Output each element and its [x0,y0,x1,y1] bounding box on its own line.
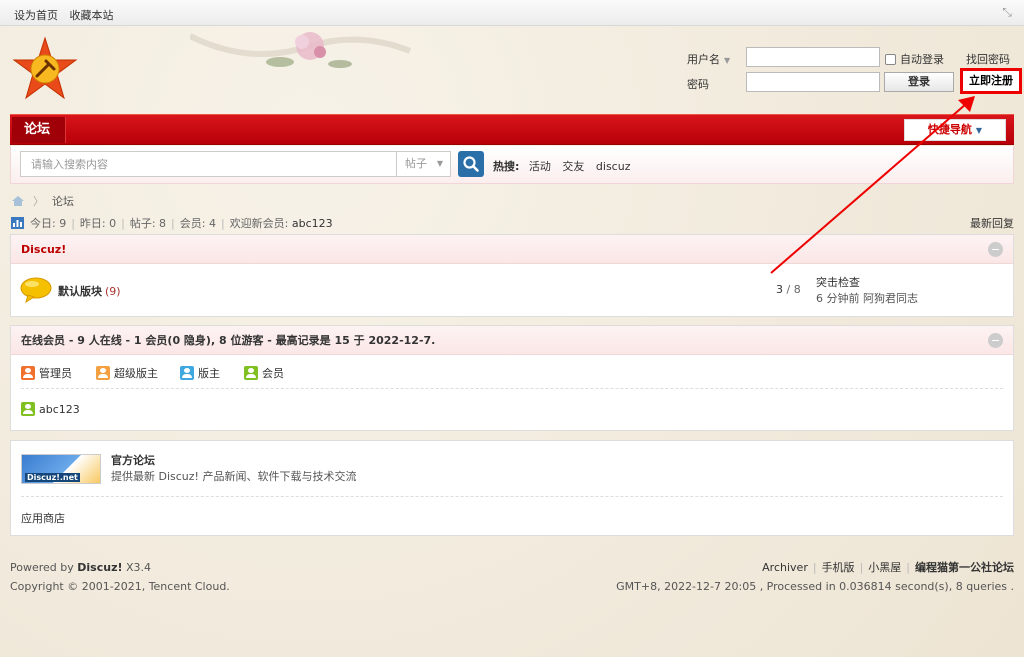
breadcrumb-current[interactable]: 论坛 [52,193,74,209]
chevron-down-icon: ▼ [436,159,443,168]
chevron-down-icon: ▼ [724,56,731,65]
online-user[interactable]: abc123 [21,402,80,416]
discuz-logo-banner[interactable]: Discuz!.net [21,454,101,484]
footer-timing: GMT+8, 2022-12-7 20:05 , Processed in 0.… [616,580,1014,593]
set-homepage-link[interactable]: 设为首页 [14,9,58,22]
username-label[interactable]: 用户名 ▼ [687,51,730,67]
bookmark-link[interactable]: 收藏本站 [70,9,114,22]
register-button[interactable]: 立即注册 [960,68,1022,94]
newest-member-link[interactable]: abc123 [292,217,333,230]
forgot-password-link[interactable]: 找回密码 [966,51,1010,67]
site-logo[interactable] [12,36,78,102]
user-group-legend: 管理员 超级版主 版主 会员 [21,355,1003,389]
login-button[interactable]: 登录 [884,72,954,92]
user-admin-icon [21,366,35,380]
legend-member: 会员 [244,365,284,381]
footer-links: Archiver | 手机版 | 小黑屋 | 编程猫第一公社论坛 [762,561,1014,574]
forum-bubble-icon [20,277,52,303]
online-header: 在线会员 - 9 人在线 - 1 会员(0 隐身), 8 位游客 - 最高记录是… [11,326,1013,355]
legend-moderator: 版主 [180,365,220,381]
online-members: 在线会员 - 9 人在线 - 1 会员(0 隐身), 8 位游客 - 最高记录是… [10,325,1014,431]
collapse-icon[interactable]: ⤡ [1000,5,1014,19]
last-post-title[interactable]: 突击检查 [816,275,918,291]
user-super-moderator-icon [96,366,110,380]
user-member-icon [21,402,35,416]
hot-keyword[interactable]: discuz [596,160,631,173]
search-bar: 帖子▼ 热搜: 活动 交友 discuz [10,146,1014,184]
category-header: Discuz! [11,235,1013,264]
user-member-icon [244,366,258,380]
category-discuz: Discuz! 默认版块 (9) 3 / 8 突击检查 6 分钟前 阿狗君同志 [10,234,1014,317]
checkbox-icon[interactable] [885,53,896,65]
bar-chart-icon [11,217,24,229]
footer-link-mobile[interactable]: 手机版 [822,561,855,574]
hot-keyword[interactable]: 交友 [562,160,584,173]
home-icon[interactable] [11,195,25,207]
top-bar: 设为首页 收藏本站 ⤡ [0,0,1024,26]
collapse-minus-icon[interactable] [988,242,1003,257]
discuz-brand-link[interactable]: Discuz! [77,561,122,574]
powered-by: Powered by Discuz! X3.4 [10,561,152,574]
category-title[interactable]: Discuz! [21,243,66,256]
friend-links: Discuz!.net 官方论坛 提供最新 Discuz! 产品新闻、软件下载与… [10,440,1014,536]
user-moderator-icon [180,366,194,380]
chevron-right-icon: 〉 [33,195,44,208]
friend-link-title[interactable]: 官方论坛 [111,452,155,468]
nav-tab-forum[interactable]: 论坛 [12,117,66,143]
online-title[interactable]: 在线会员 - 9 人在线 - 1 会员(0 隐身), 8 位游客 - 最高记录是… [21,334,435,347]
latest-reply-link[interactable]: 最新回复 [970,215,1014,231]
main-nav: 论坛 快捷导航 ▼ [10,114,1014,145]
hot-keyword[interactable]: 活动 [529,160,551,173]
footer-link-blackroom[interactable]: 小黑屋 [868,561,901,574]
quick-nav-button[interactable]: 快捷导航 ▼ [904,119,1006,141]
forum-row: 默认版块 (9) 3 / 8 突击检查 6 分钟前 阿狗君同志 [11,264,1013,317]
auto-login-checkbox[interactable]: 自动登录 [885,51,944,67]
forum-stats: 今日: 9 | 昨日: 0 | 帖子: 8 | 会员: 4 | 欢迎新会员: abc12… [11,215,333,231]
forum-last-post: 突击检查 6 分钟前 阿狗君同志 [816,275,918,307]
friend-link-official: Discuz!.net 官方论坛 提供最新 Discuz! 产品新闻、软件下载与… [21,441,1003,497]
chevron-down-icon: ▼ [975,126,983,135]
username-input[interactable] [746,47,880,67]
footer-left: Powered by Discuz! X3.4 Copyright © 2001… [10,558,230,596]
footer-link-archiver[interactable]: Archiver [762,561,808,574]
stat-today: 今日: 9 [30,217,67,230]
search-button[interactable] [458,151,484,177]
forum-name[interactable]: 默认版块 (9) [58,283,121,299]
app-store-link[interactable]: 应用商店 [21,510,65,526]
welcome-label: 欢迎新会员: [229,217,289,230]
stat-posts: 帖子: 8 [129,217,167,230]
password-label: 密码 [687,78,709,91]
breadcrumb: 〉 论坛 [11,193,74,209]
friend-link-desc: 提供最新 Discuz! 产品新闻、软件下载与技术交流 [111,470,357,483]
hot-search: 热搜: 活动 交友 discuz [493,158,638,174]
collapse-minus-icon[interactable] [988,333,1003,348]
footer-site-name[interactable]: 编程猫第一公社论坛 [915,561,1014,574]
top-links: 设为首页 收藏本站 [14,7,122,23]
legend-admin: 管理员 [21,365,72,381]
stat-yesterday: 昨日: 0 [79,217,117,230]
last-post-meta[interactable]: 6 分钟前 阿狗君同志 [816,291,918,307]
footer-right: Archiver | 手机版 | 小黑屋 | 编程猫第一公社论坛 GMT+8, 2022-1… [616,558,1014,596]
legend-super-moderator: 超级版主 [96,365,158,381]
hot-search-label: 热搜: [493,160,520,173]
online-user-list: abc123 [21,389,1003,427]
search-icon [463,156,479,172]
login-panel: 用户名 ▼ 自动登录 找回密码 密码 登录 立即注册 [680,44,1024,100]
password-input[interactable] [746,72,880,92]
stat-members: 会员: 4 [179,217,216,230]
search-type-select[interactable]: 帖子 ▼ [396,151,451,177]
forum-thread-post-count: 3 / 8 [776,283,801,296]
search-input[interactable] [20,151,398,177]
copyright: Copyright © 2001-2021, Tencent Cloud. [10,580,230,593]
header-flower-decoration [190,32,412,68]
app-store-row: 应用商店 [21,497,1003,535]
